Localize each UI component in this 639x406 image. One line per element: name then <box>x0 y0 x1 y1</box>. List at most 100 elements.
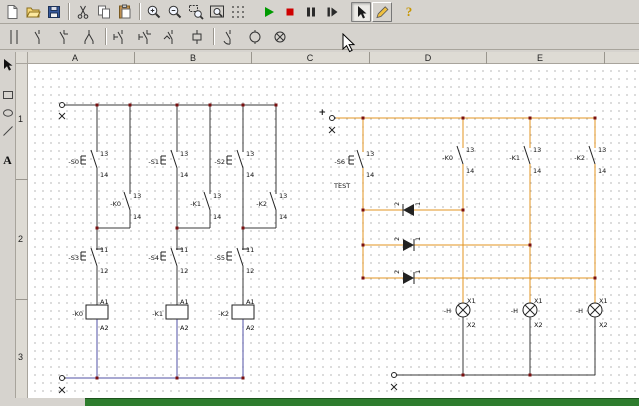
zoom-window-button[interactable] <box>186 2 206 22</box>
diode-2[interactable] <box>403 239 414 251</box>
zoom-out-button[interactable] <box>165 2 185 22</box>
symbol-changeover-button[interactable] <box>77 26 101 48</box>
supply-terminal-top[interactable] <box>59 103 66 120</box>
open-folder-icon <box>25 4 41 20</box>
pushbutton-S0[interactable] <box>81 150 97 168</box>
select-tool-button[interactable] <box>1 57 15 72</box>
save-button[interactable] <box>44 2 64 22</box>
component-label: -K1 <box>509 154 520 162</box>
component-label: -K1 <box>152 310 163 318</box>
symbol-timed-contact-button[interactable] <box>218 26 242 48</box>
ruler-tick <box>486 52 487 64</box>
symbol-no-contact-button[interactable] <box>27 26 51 48</box>
ruler-tick <box>604 52 605 64</box>
lamp-H3[interactable] <box>588 303 602 317</box>
symbol-limit-switch-button[interactable] <box>160 26 184 48</box>
column-label-c: C <box>307 52 314 64</box>
paste-button[interactable] <box>115 2 135 22</box>
main-toolbar: ? <box>0 0 639 24</box>
copy-button[interactable] <box>94 2 114 22</box>
line-tool-button[interactable] <box>1 123 15 138</box>
aux-contact-K0[interactable] <box>124 192 130 210</box>
ellipse-tool-button[interactable] <box>1 105 15 120</box>
timed-contact-symbol-icon <box>219 28 241 46</box>
toolbar-separator <box>213 28 214 45</box>
toolbar-separator <box>68 3 69 20</box>
pencil-icon <box>374 4 390 20</box>
component-label: A2 <box>246 324 255 332</box>
edit-mode-toggle[interactable] <box>372 2 392 22</box>
grid-toggle-button[interactable] <box>228 2 248 22</box>
column-ruler: A B C D E <box>28 52 639 64</box>
pushbutton-nc-symbol-icon <box>136 28 158 46</box>
right-circuit-return-wires <box>398 317 595 375</box>
component-label: 2 <box>393 202 401 206</box>
simulation-run-button[interactable] <box>259 2 279 22</box>
symbol-lamp-button[interactable] <box>268 26 292 48</box>
help-button[interactable]: ? <box>399 2 419 22</box>
component-label: A2 <box>180 324 189 332</box>
ellipse-icon <box>2 107 14 119</box>
pushbutton-no-symbol-icon <box>111 28 133 46</box>
zoom-fit-button[interactable] <box>207 2 227 22</box>
component-label: X1 <box>599 297 608 305</box>
aux-contact-K1[interactable] <box>204 192 210 210</box>
rectangle-tool-button[interactable] <box>1 87 15 102</box>
component-label: 12 <box>246 267 254 275</box>
component-label: 13 <box>598 146 606 154</box>
simulation-stop-button[interactable] <box>280 2 300 22</box>
row-ruler: 1 2 3 <box>16 64 28 398</box>
coil-K0[interactable] <box>86 305 108 319</box>
toolbar-separator <box>105 28 106 45</box>
text-tool-button[interactable]: A <box>1 153 15 168</box>
component-label: A1 <box>246 298 255 306</box>
pushbutton-S6-test[interactable] <box>349 150 363 168</box>
component-label: 12 <box>100 267 108 275</box>
relay-contact-K0[interactable] <box>457 146 463 164</box>
symbol-pushbutton-nc-button[interactable] <box>135 26 159 48</box>
simulation-pause-button[interactable] <box>301 2 321 22</box>
schematic-canvas[interactable]: -S01314-K01314-S31112-K0A1A2-S11314-K113… <box>28 64 639 398</box>
component-label: 13 <box>133 192 141 200</box>
symbol-toolbar <box>0 24 639 50</box>
symbol-nc-contact-button[interactable] <box>52 26 76 48</box>
aux-contact-K2[interactable] <box>270 192 276 210</box>
diode-3[interactable] <box>403 272 414 284</box>
nc-contact-symbol-icon <box>53 28 75 46</box>
lamp-H1[interactable] <box>456 303 470 317</box>
symbol-coil-button[interactable] <box>185 26 209 48</box>
symbol-conductor-button[interactable] <box>2 26 26 48</box>
supply-terminal-bottom[interactable] <box>59 376 66 394</box>
ruler-tick <box>369 52 370 64</box>
drawing-tools-palette: A <box>0 52 16 406</box>
open-button[interactable] <box>23 2 43 22</box>
symbol-motor-button[interactable] <box>243 26 267 48</box>
relay-contact-K2[interactable] <box>589 146 595 164</box>
diode-1[interactable] <box>403 204 414 216</box>
junction-nodes <box>96 104 597 380</box>
left-circuit[interactable] <box>59 103 276 394</box>
cut-button[interactable] <box>73 2 93 22</box>
pause-icon <box>303 4 319 20</box>
component-label: X2 <box>534 321 543 329</box>
relay-contact-K1[interactable] <box>524 146 530 164</box>
simulation-step-button[interactable] <box>322 2 342 22</box>
zoom-in-button[interactable] <box>144 2 164 22</box>
play-icon <box>261 4 277 20</box>
ruler-tick <box>134 52 135 64</box>
component-label: 14 <box>213 213 221 221</box>
new-button[interactable] <box>2 2 22 22</box>
ruler-tick <box>16 179 28 180</box>
pushbutton-S2[interactable] <box>227 150 243 168</box>
probe-mode-toggle[interactable] <box>351 2 371 22</box>
symbol-pushbutton-no-button[interactable] <box>110 26 134 48</box>
help-question-icon: ? <box>406 4 413 20</box>
column-label-a: A <box>72 52 78 64</box>
return-terminal[interactable] <box>391 373 398 391</box>
coil-K2[interactable] <box>232 305 254 319</box>
pushbutton-S1[interactable] <box>161 150 177 168</box>
lamp-H2[interactable] <box>523 303 537 317</box>
coil-K1[interactable] <box>166 305 188 319</box>
plus-supply-terminal[interactable] <box>329 116 336 134</box>
application-window: ? A A B C D E 1 2 <box>0 0 639 406</box>
